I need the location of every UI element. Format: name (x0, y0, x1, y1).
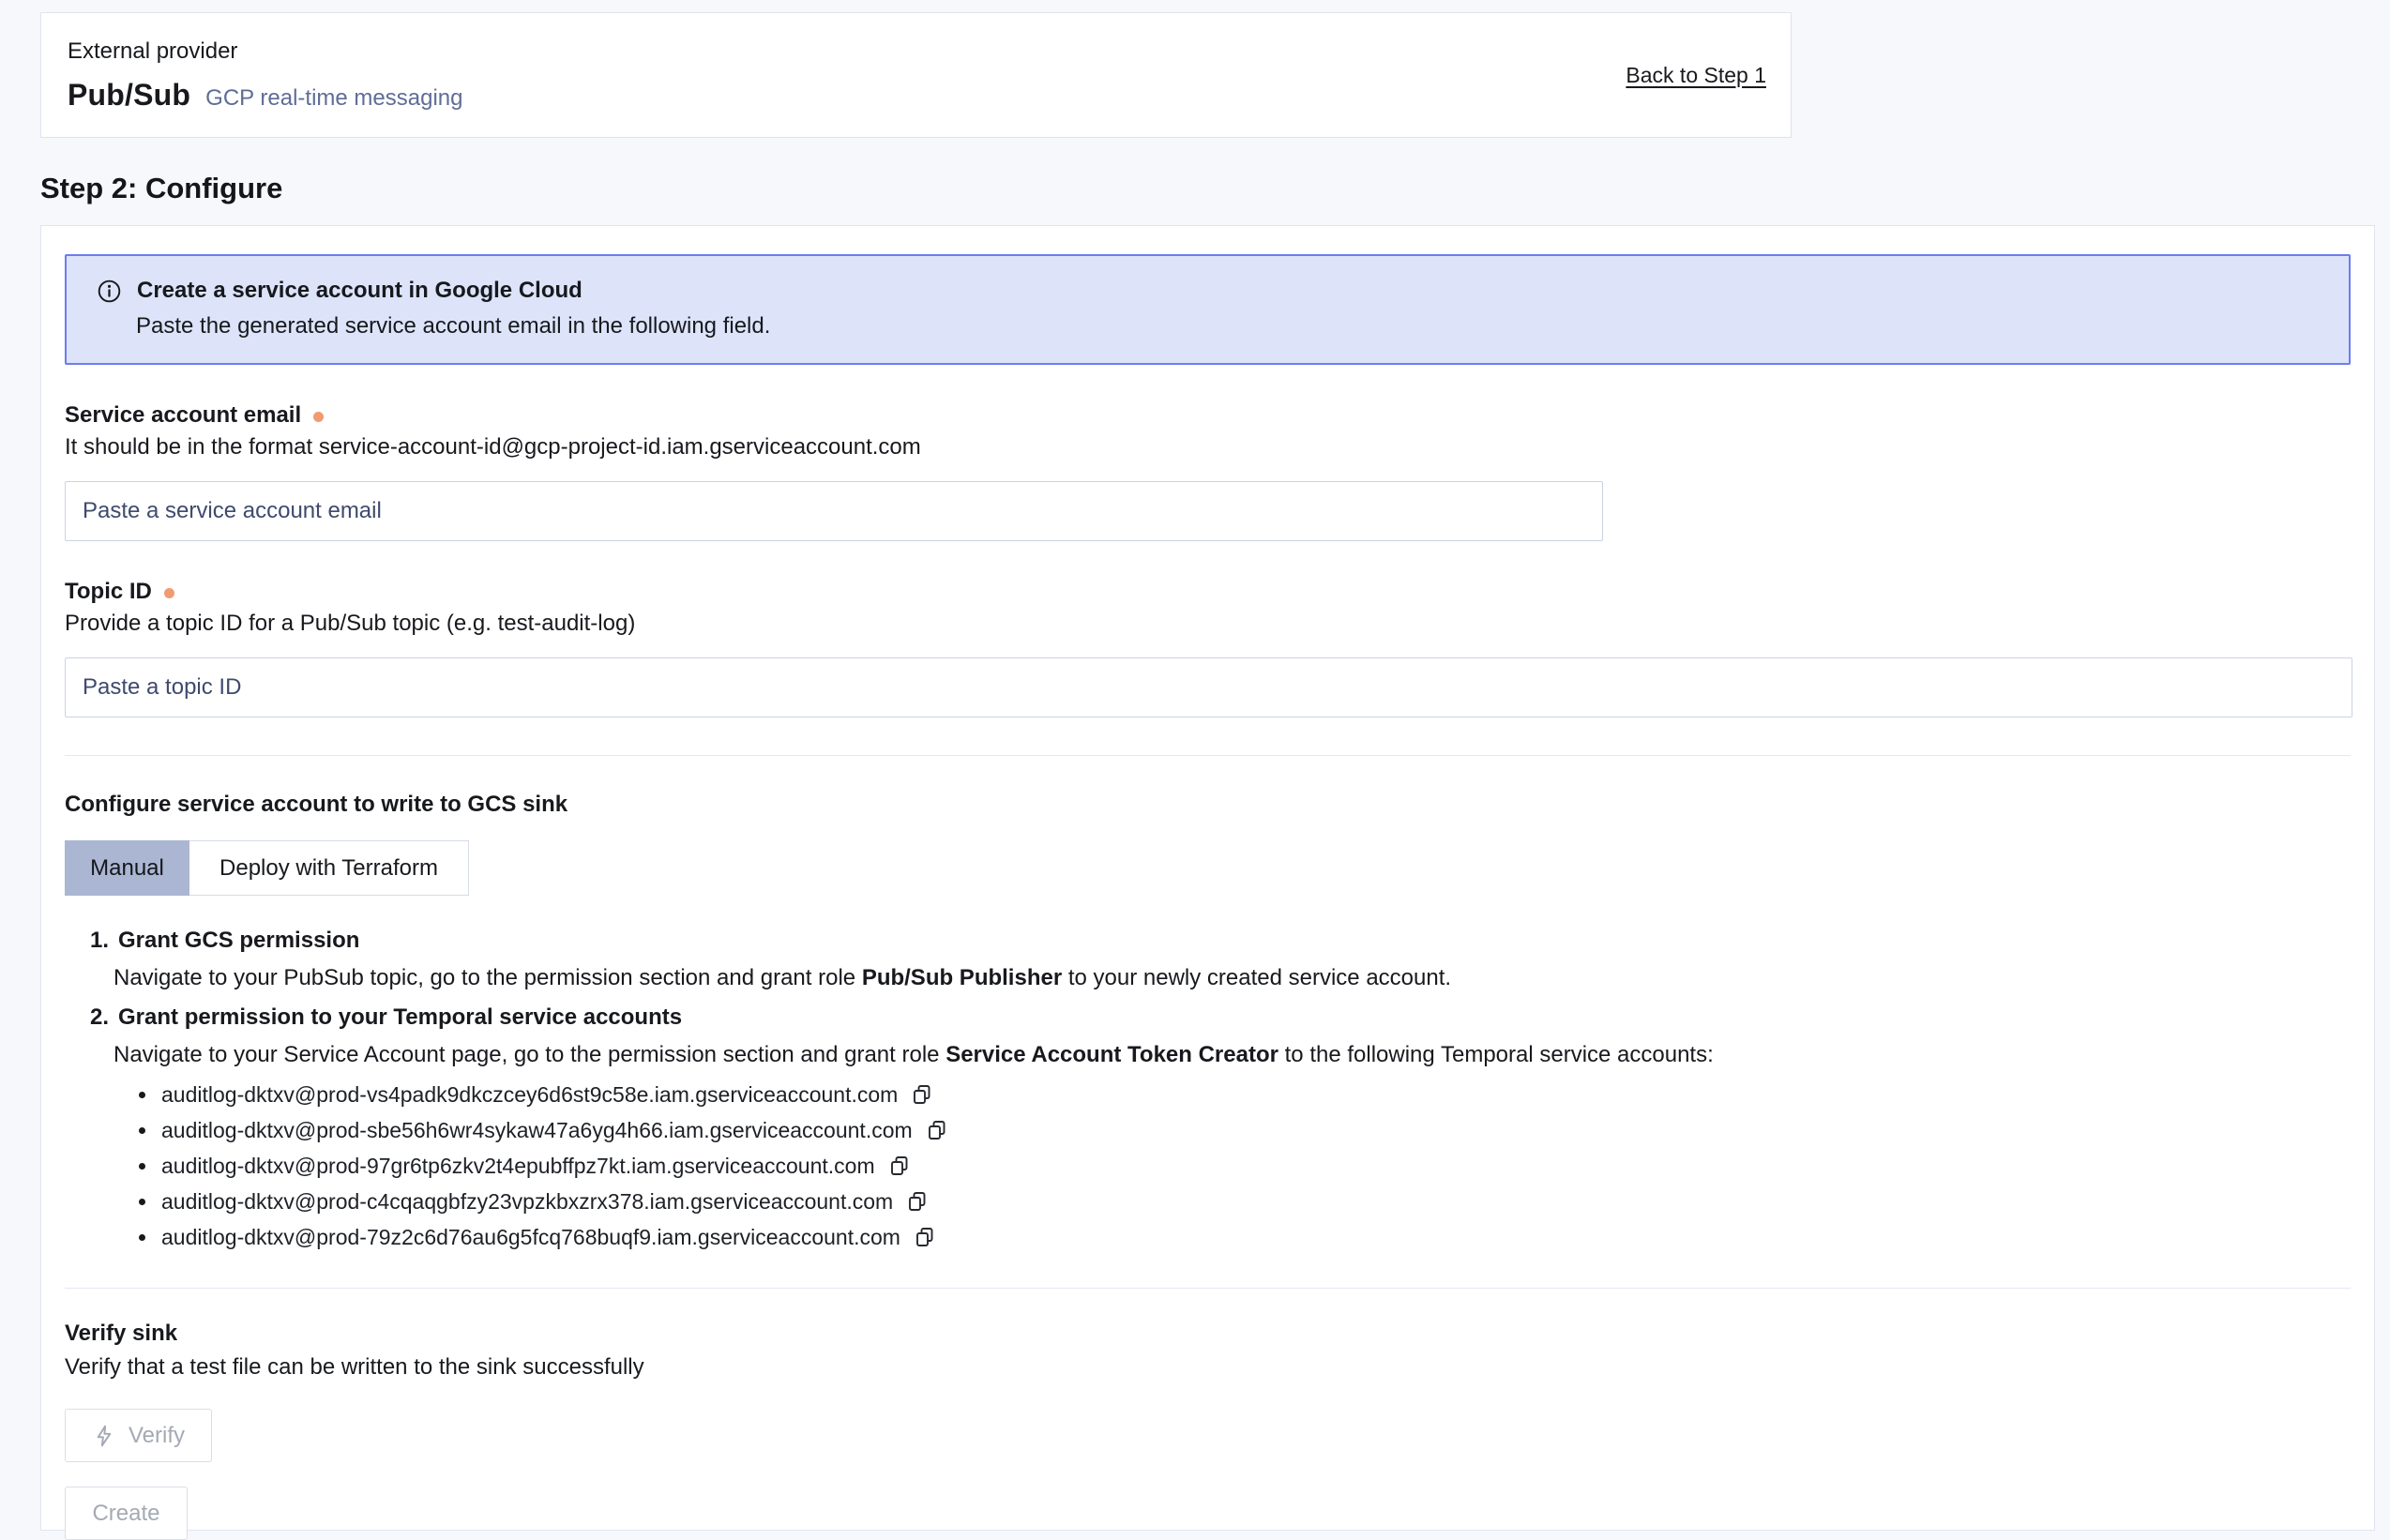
back-to-step-1-link[interactable]: Back to Step 1 (1626, 63, 1766, 88)
copy-button[interactable] (911, 1083, 933, 1106)
step-title: Grant GCS permission (118, 928, 359, 954)
provider-card: External provider Pub/Sub GCP real-time … (40, 12, 1792, 138)
service-email-input[interactable] (65, 481, 1603, 541)
bullet-icon (139, 1163, 145, 1170)
sink-method-tabs: Manual Deploy with Terraform (65, 840, 469, 896)
create-button[interactable]: Create (65, 1487, 188, 1540)
service-email-label: Service account email (65, 402, 301, 429)
copy-button[interactable] (914, 1226, 936, 1248)
step-body-text: to the following Temporal service accoun… (1278, 1042, 1714, 1067)
configure-card: Create a service account in Google Cloud… (40, 225, 2375, 1531)
service-account-email: auditlog-dktxv@prod-sbe56h6wr4sykaw47a6y… (161, 1118, 913, 1143)
bullet-icon (139, 1092, 145, 1098)
copy-button[interactable] (926, 1119, 948, 1141)
service-account-list: auditlog-dktxv@prod-vs4padk9dkczcey6d6st… (65, 1081, 2351, 1250)
verify-button-label: Verify (129, 1423, 185, 1449)
service-account-email: auditlog-dktxv@prod-97gr6tp6zkv2t4epubff… (161, 1154, 875, 1179)
divider (65, 755, 2351, 756)
required-dot (164, 588, 174, 598)
sink-section-heading: Configure service account to write to GC… (65, 792, 2351, 818)
service-account-email: auditlog-dktxv@prod-vs4padk9dkczcey6d6st… (161, 1082, 898, 1108)
copy-button[interactable] (906, 1190, 929, 1213)
create-button-label: Create (92, 1501, 159, 1527)
topic-id-helper: Provide a topic ID for a Pub/Sub topic (… (65, 611, 2351, 637)
list-item: auditlog-dktxv@prod-97gr6tp6zkv2t4epubff… (139, 1153, 2351, 1179)
info-icon (97, 279, 122, 304)
provider-subtitle: GCP real-time messaging (205, 85, 462, 112)
provider-info: External provider Pub/Sub GCP real-time … (68, 38, 463, 113)
bullet-icon (139, 1234, 145, 1241)
step-body-text: Navigate to your Service Account page, g… (113, 1042, 945, 1067)
bullet-icon (139, 1127, 145, 1134)
service-account-email: auditlog-dktxv@prod-c4cqaqgbfzy23vpzkbxz… (161, 1189, 893, 1215)
provider-title: Pub/Sub (68, 78, 190, 113)
list-item: auditlog-dktxv@prod-sbe56h6wr4sykaw47a6y… (139, 1117, 2351, 1143)
alert-title: Create a service account in Google Cloud (137, 277, 582, 305)
step-grant-temporal-permission: 2. Grant permission to your Temporal ser… (65, 1004, 2351, 1250)
service-email-helper: It should be in the format service-accou… (65, 434, 2351, 460)
topic-id-input[interactable] (65, 657, 2352, 717)
step-body: Navigate to your PubSub topic, go to the… (65, 963, 2351, 993)
tab-deploy-terraform[interactable]: Deploy with Terraform (189, 840, 469, 896)
page-title: Step 2: Configure (40, 172, 282, 205)
topic-id-label: Topic ID (65, 579, 152, 605)
verify-sink-heading: Verify sink (65, 1321, 2351, 1347)
verify-button[interactable]: Verify (65, 1409, 212, 1462)
zap-icon (92, 1424, 116, 1448)
verify-sink-helper: Verify that a test file can be written t… (65, 1354, 2351, 1381)
list-item: auditlog-dktxv@prod-79z2c6d76au6g5fcq768… (139, 1224, 2351, 1250)
step-number: 1. (90, 928, 109, 954)
step-body-text: Navigate to your PubSub topic, go to the… (113, 965, 862, 990)
step-body: Navigate to your Service Account page, g… (65, 1040, 2351, 1070)
role-name: Service Account Token Creator (945, 1042, 1278, 1067)
list-item: auditlog-dktxv@prod-vs4padk9dkczcey6d6st… (139, 1081, 2351, 1108)
manual-steps: 1. Grant GCS permission Navigate to your… (65, 928, 2351, 1250)
bullet-icon (139, 1199, 145, 1205)
alert-body: Paste the generated service account emai… (136, 312, 2321, 340)
step-body-text: to your newly created service account. (1062, 965, 1451, 990)
role-name: Pub/Sub Publisher (862, 965, 1062, 990)
divider (65, 1288, 2351, 1289)
provider-eyebrow: External provider (68, 38, 463, 65)
step-grant-gcs-permission: 1. Grant GCS permission Navigate to your… (65, 928, 2351, 993)
step-number: 2. (90, 1004, 109, 1031)
step-title: Grant permission to your Temporal servic… (118, 1004, 682, 1031)
info-alert: Create a service account in Google Cloud… (65, 254, 2351, 365)
required-dot (313, 412, 324, 422)
tab-manual[interactable]: Manual (65, 840, 189, 896)
list-item: auditlog-dktxv@prod-c4cqaqgbfzy23vpzkbxz… (139, 1188, 2351, 1215)
copy-button[interactable] (888, 1155, 911, 1177)
service-account-email: auditlog-dktxv@prod-79z2c6d76au6g5fcq768… (161, 1225, 900, 1250)
